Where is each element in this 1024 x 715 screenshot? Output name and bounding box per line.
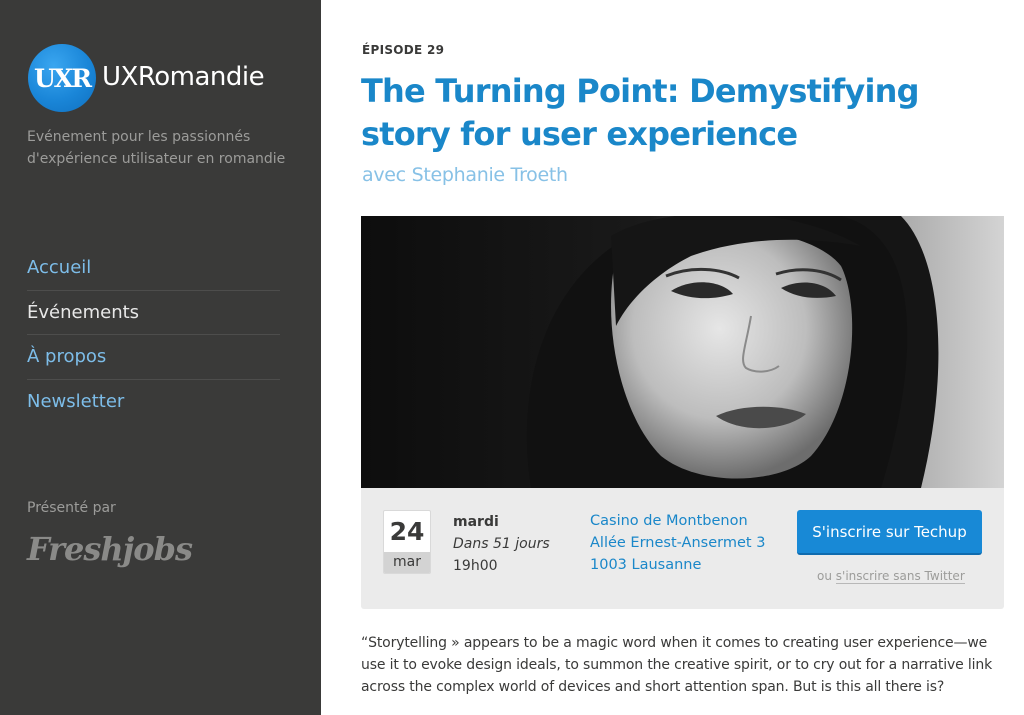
register-without-twitter-link[interactable]: s'inscrire sans Twitter bbox=[835, 569, 965, 584]
event-info-panel: 24 mar mardi Dans 51 jours 19h00 Casino … bbox=[361, 488, 1004, 609]
nav-item-label[interactable]: Accueil bbox=[27, 257, 91, 278]
date-month: mar bbox=[384, 552, 430, 573]
logo-mark: UXR bbox=[34, 63, 92, 93]
venue-street[interactable]: Allée Ernest-Ansermet 3 bbox=[590, 532, 765, 554]
speaker-subtitle: avec Stephanie Troeth bbox=[362, 164, 568, 186]
event-schedule: mardi Dans 51 jours 19h00 bbox=[453, 511, 550, 577]
alt-registration: ou s'inscrire sans Twitter bbox=[817, 569, 965, 584]
nav-item-label[interactable]: À propos bbox=[27, 346, 106, 367]
main-nav: Accueil Événements À propos Newsletter bbox=[27, 246, 280, 424]
speaker-portrait-illustration bbox=[361, 216, 1004, 488]
nav-item-a-propos[interactable]: À propos bbox=[27, 335, 280, 380]
event-weekday: mardi bbox=[453, 514, 499, 530]
presented-by-label: Présenté par bbox=[27, 500, 116, 516]
date-card: 24 mar bbox=[383, 510, 431, 574]
nav-item-label[interactable]: Newsletter bbox=[27, 391, 124, 412]
episode-label: ÉPISODE 29 bbox=[362, 43, 445, 57]
venue-city[interactable]: 1003 Lausanne bbox=[590, 554, 765, 576]
nav-item-evenements[interactable]: Événements bbox=[27, 291, 280, 335]
event-description: “Storytelling » appears to be a magic wo… bbox=[361, 635, 993, 695]
page-title: The Turning Point: Demystifying story fo… bbox=[361, 72, 920, 153]
event-countdown: Dans 51 jours bbox=[453, 536, 550, 552]
date-day: 24 bbox=[389, 517, 425, 546]
register-techup-button[interactable]: S'inscrire sur Techup bbox=[797, 510, 982, 555]
logo-badge[interactable]: UXR bbox=[28, 44, 96, 112]
nav-item-newsletter[interactable]: Newsletter bbox=[27, 380, 280, 425]
event-location-link[interactable]: Casino de Montbenon Allée Ernest-Anserme… bbox=[590, 510, 765, 576]
nav-item-label[interactable]: Événements bbox=[27, 302, 139, 323]
nav-item-accueil[interactable]: Accueil bbox=[27, 246, 280, 291]
speaker-photo bbox=[361, 216, 1004, 488]
sidebar: UXR UXRomandie Evénement pour les passio… bbox=[0, 0, 321, 715]
site-tagline: Evénement pour les passionnés d'expérien… bbox=[27, 129, 286, 167]
event-time: 19h00 bbox=[453, 558, 498, 574]
alt-prefix: ou bbox=[817, 569, 832, 583]
site-name[interactable]: UXRomandie bbox=[102, 62, 265, 92]
venue-name[interactable]: Casino de Montbenon bbox=[590, 510, 765, 532]
sponsor-logo[interactable]: Freshjobs bbox=[27, 530, 193, 568]
